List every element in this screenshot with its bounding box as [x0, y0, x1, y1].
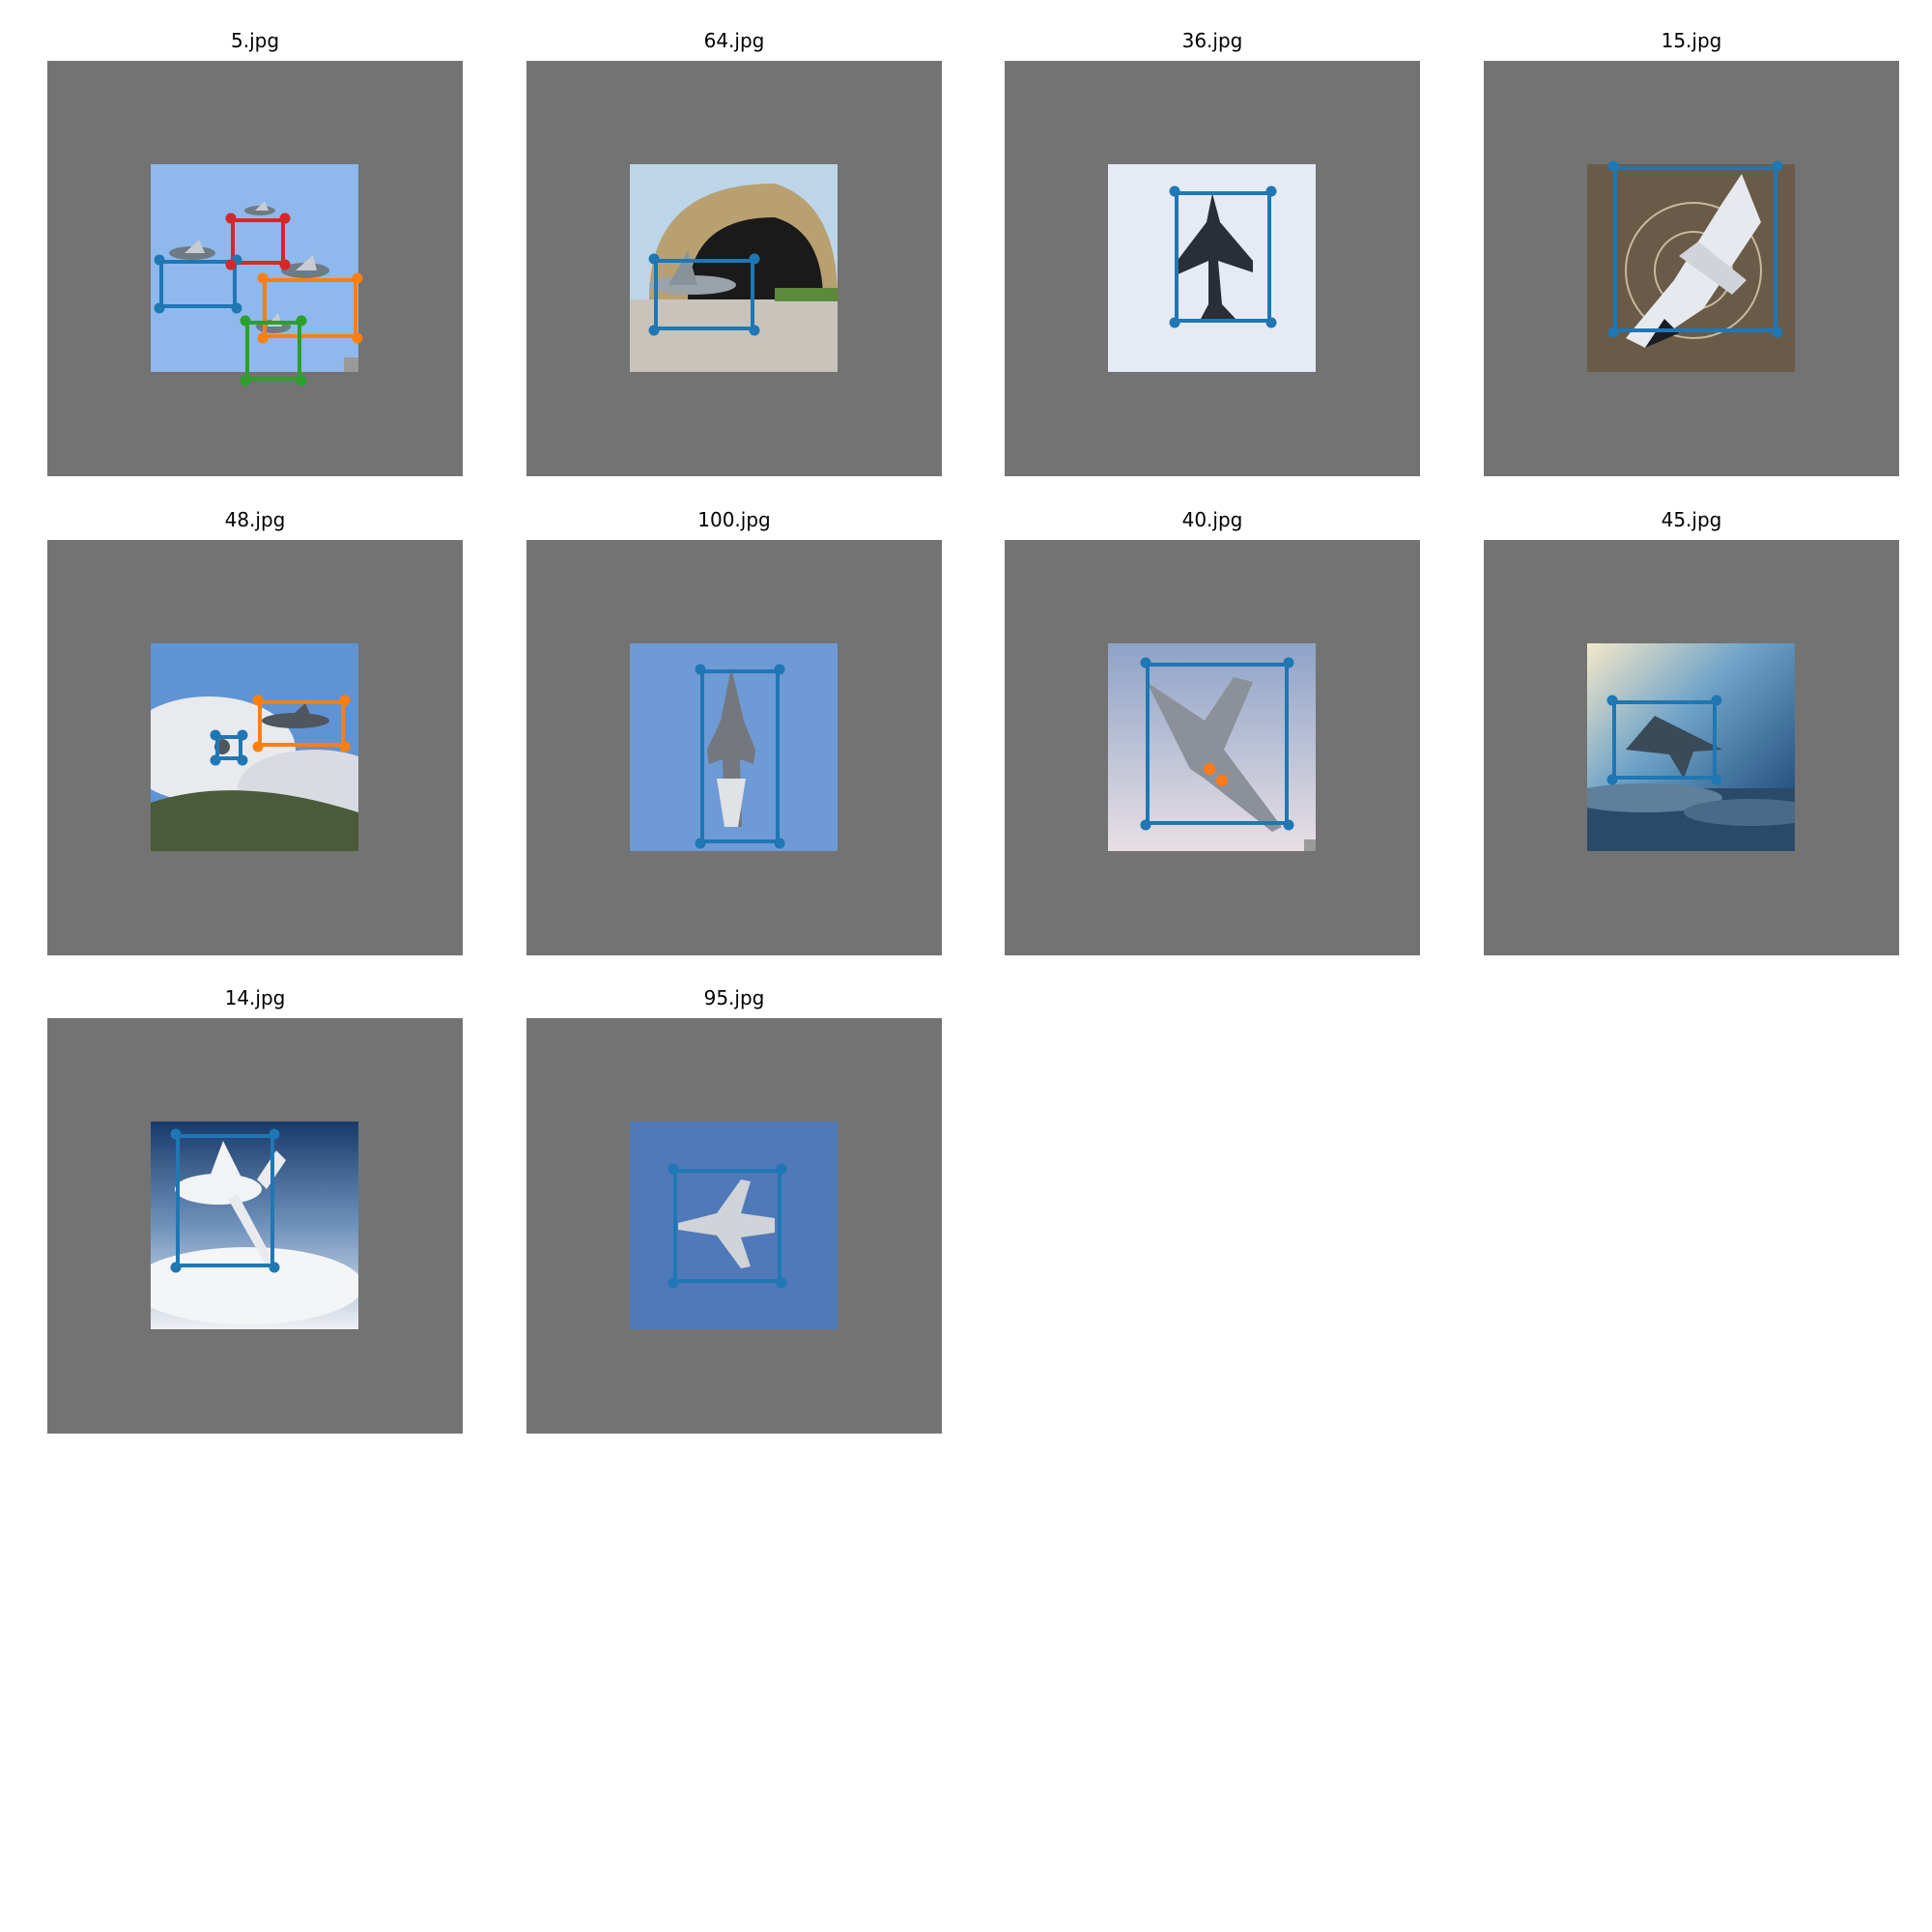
panel-title: 95.jpg	[703, 986, 765, 1009]
bbox-corner-handle	[648, 325, 660, 336]
bbox-corner-handle	[154, 302, 165, 314]
bbox-corner-handle	[279, 213, 291, 224]
bbox-corner-handle	[1772, 160, 1783, 172]
panel-title: 14.jpg	[224, 986, 286, 1009]
bbox-corner-handle	[695, 664, 706, 675]
bbox-corner-handle	[170, 1262, 182, 1273]
image-canvas	[1484, 540, 1899, 955]
bbox-corner-handle	[1607, 327, 1619, 338]
panel-title: 100.jpg	[697, 508, 771, 531]
bbox-corner-handle	[240, 375, 251, 386]
bbox-blue	[1175, 191, 1271, 323]
bbox-corner-handle	[1283, 819, 1294, 831]
bbox-corner-handle	[776, 1163, 787, 1175]
bbox-corner-handle	[252, 741, 264, 753]
panel-title: 36.jpg	[1181, 29, 1243, 52]
bbox-corner-handle	[257, 332, 269, 344]
bbox-corner-handle	[252, 695, 264, 706]
bbox-corner-handle	[279, 259, 291, 270]
bbox-corner-handle	[339, 741, 351, 753]
bbox-corner-handle	[1265, 185, 1277, 197]
bbox-corner-handle	[749, 253, 760, 265]
bbox-corner-handle	[668, 1163, 679, 1175]
panel-title: 15.jpg	[1661, 29, 1722, 52]
bbox-corner-handle	[154, 254, 165, 266]
bbox-blue	[176, 1134, 274, 1267]
image-canvas	[1484, 61, 1899, 476]
bbox-corner-handle	[225, 213, 237, 224]
bbox-corner-handle	[1140, 819, 1151, 831]
bbox-corner-handle	[1606, 695, 1618, 706]
bbox-corner-handle	[1140, 657, 1151, 668]
image-canvas	[47, 1018, 463, 1434]
bbox-corner-handle	[695, 838, 706, 849]
bbox-blue	[1612, 700, 1717, 780]
image-canvas	[1005, 61, 1420, 476]
bbox-blue	[159, 260, 237, 308]
bbox-blue	[654, 259, 754, 330]
panel-title: 5.jpg	[230, 29, 280, 52]
panel-title: 48.jpg	[224, 508, 286, 531]
bbox-corner-handle	[210, 754, 221, 766]
bbox-corner-handle	[210, 729, 221, 741]
image-canvas	[526, 540, 942, 955]
image-canvas	[1005, 540, 1420, 955]
bbox-corner-handle	[648, 253, 660, 265]
image-canvas	[47, 540, 463, 955]
bbox-corner-handle	[1772, 327, 1783, 338]
image-canvas	[526, 1018, 942, 1434]
bbox-corner-handle	[269, 1262, 280, 1273]
bbox-corner-handle	[170, 1128, 182, 1140]
panel-title: 64.jpg	[703, 29, 765, 52]
bbox-corner-handle	[774, 838, 785, 849]
bbox-corner-handle	[1711, 774, 1722, 785]
image-grid: 5.jpg 64.jpg 36.jpg 15.jpg 48.jpg 100.jp…	[0, 0, 1932, 1932]
bbox-blue	[1146, 663, 1289, 825]
bbox-corner-handle	[296, 375, 307, 386]
bbox-blue	[700, 669, 780, 843]
bbox-corner-handle	[776, 1277, 787, 1289]
panel-title: 40.jpg	[1181, 508, 1243, 531]
bbox-corner-handle	[231, 302, 242, 314]
bbox-green	[245, 321, 301, 381]
bbox-corner-handle	[749, 325, 760, 336]
bbox-corner-handle	[257, 272, 269, 284]
bbox-corner-handle	[339, 695, 351, 706]
bbox-corner-handle	[225, 259, 237, 270]
bbox-corner-handle	[240, 315, 251, 327]
bbox-corner-handle	[237, 729, 248, 741]
image-canvas	[47, 61, 463, 476]
bbox-corner-handle	[1711, 695, 1722, 706]
bbox-corner-handle	[1606, 774, 1618, 785]
bbox-corner-handle	[237, 754, 248, 766]
bbox-corner-handle	[296, 315, 307, 327]
bbox-corner-handle	[668, 1277, 679, 1289]
bbox-orange	[258, 700, 345, 747]
bbox-corner-handle	[1607, 160, 1619, 172]
bbox-corner-handle	[352, 272, 363, 284]
bbox-corner-handle	[352, 332, 363, 344]
image-canvas	[526, 61, 942, 476]
bbox-blue	[1613, 166, 1777, 332]
bbox-corner-handle	[269, 1128, 280, 1140]
bbox-corner-handle	[1265, 317, 1277, 328]
bbox-corner-handle	[1169, 185, 1180, 197]
bbox-corner-handle	[774, 664, 785, 675]
panel-title: 45.jpg	[1661, 508, 1722, 531]
bbox-corner-handle	[1169, 317, 1180, 328]
bbox-blue	[673, 1169, 781, 1283]
bbox-corner-handle	[1283, 657, 1294, 668]
